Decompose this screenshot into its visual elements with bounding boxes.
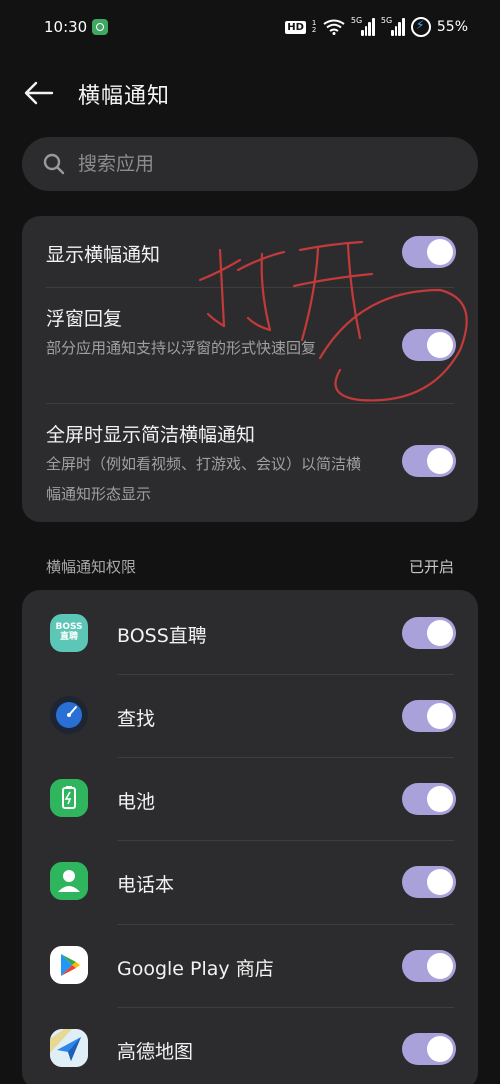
floating-reply-toggle[interactable] xyxy=(402,329,456,361)
app-name: 电话本 xyxy=(117,874,175,896)
status-icons: HD 1 2 5G 5G 55% xyxy=(285,16,468,38)
app-name: Google Play 商店 xyxy=(117,958,274,980)
battery-app-icon xyxy=(50,779,88,817)
app-row-battery[interactable]: 电池 xyxy=(22,757,478,840)
setting-row-show-banner[interactable]: 显示横幅通知 xyxy=(22,216,478,288)
show-banner-toggle[interactable] xyxy=(402,236,456,268)
signal-strength-icon-1: 5G xyxy=(351,16,375,36)
setting-description: 部分应用通知支持以浮窗的形式快速回复 xyxy=(46,339,317,357)
google-play-app-icon xyxy=(50,946,88,984)
app-row-google-play[interactable]: Google Play 商店 xyxy=(22,924,478,1007)
search-input[interactable] xyxy=(78,137,458,191)
app-toggle[interactable] xyxy=(402,617,456,649)
contacts-app-icon xyxy=(50,862,88,900)
hd-voice-icon: HD xyxy=(285,20,306,34)
app-row-contacts[interactable]: 电话本 xyxy=(22,840,478,924)
notification-app-icon xyxy=(92,19,108,35)
setting-label: 显示横幅通知 xyxy=(46,244,161,266)
find-device-app-icon xyxy=(50,696,88,734)
app-toggle[interactable] xyxy=(402,783,456,815)
app-name: BOSS直聘 xyxy=(117,625,207,647)
status-bar: 10:30 HD 1 2 5G 5G 55% xyxy=(0,0,500,56)
section-status: 已开启 xyxy=(408,558,454,576)
app-name: 高德地图 xyxy=(117,1041,194,1063)
wifi-icon xyxy=(323,19,345,35)
page-title: 横幅通知 xyxy=(78,84,171,109)
setting-label: 全屏时显示简洁横幅通知 xyxy=(46,424,256,446)
app-toggle[interactable] xyxy=(402,866,456,898)
amap-app-icon xyxy=(50,1029,88,1067)
battery-charging-icon xyxy=(410,17,431,37)
back-arrow-icon[interactable] xyxy=(22,76,56,110)
setting-row-fullscreen-banner[interactable]: 全屏时显示简洁横幅通知 全屏时（例如看视频、打游戏、会议）以简洁横幅通知形态显示 xyxy=(22,404,478,522)
signal-strength-icon-2: 5G xyxy=(381,16,405,36)
app-row-amap[interactable]: 高德地图 xyxy=(22,1007,478,1084)
setting-row-floating-reply[interactable]: 浮窗回复 部分应用通知支持以浮窗的形式快速回复 xyxy=(22,288,478,404)
app-permission-list: BOSS 直聘 BOSS直聘 查找 电池 电话本 Google Play 商店 … xyxy=(22,590,478,1084)
boss-zhipin-app-icon: BOSS 直聘 xyxy=(50,614,88,652)
battery-percent: 55% xyxy=(436,19,468,35)
app-name: 查找 xyxy=(117,708,156,730)
app-row-boss[interactable]: BOSS 直聘 BOSS直聘 xyxy=(22,590,478,674)
app-name: 电池 xyxy=(117,791,156,813)
fullscreen-banner-toggle[interactable] xyxy=(402,445,456,477)
app-toggle[interactable] xyxy=(402,950,456,982)
app-row-find[interactable]: 查找 xyxy=(22,674,478,757)
banner-settings-card: 显示横幅通知 浮窗回复 部分应用通知支持以浮窗的形式快速回复 全屏时显示简洁横幅… xyxy=(22,216,478,522)
search-bar[interactable] xyxy=(22,137,478,191)
section-title: 横幅通知权限 xyxy=(46,558,137,576)
setting-label: 浮窗回复 xyxy=(46,308,123,330)
search-icon xyxy=(43,153,65,175)
app-toggle[interactable] xyxy=(402,700,456,732)
status-time: 10:30 xyxy=(44,18,88,36)
app-toggle[interactable] xyxy=(402,1033,456,1065)
setting-description: 全屏时（例如看视频、打游戏、会议）以简洁横幅通知形态显示 xyxy=(46,455,362,503)
